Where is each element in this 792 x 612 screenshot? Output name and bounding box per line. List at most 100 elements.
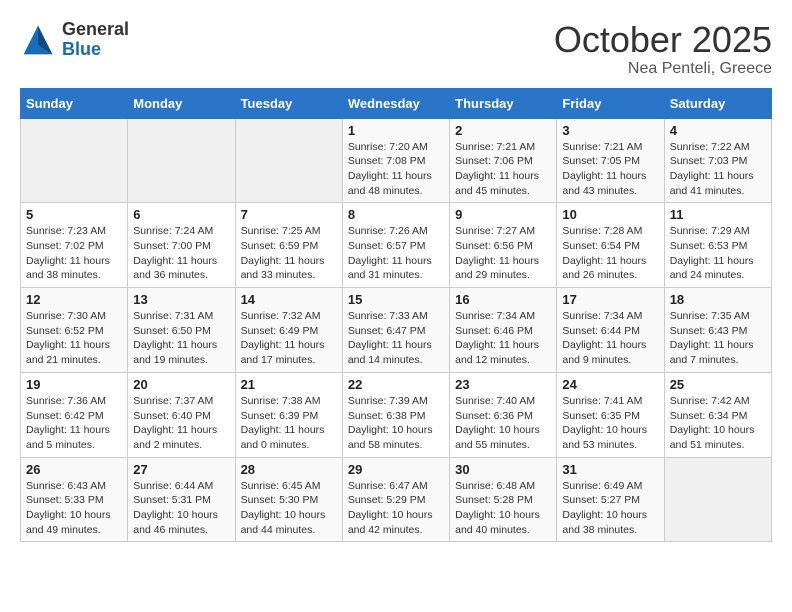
header-day-friday: Friday (557, 88, 664, 118)
day-number: 21 (241, 377, 337, 392)
calendar-cell: 24 Sunrise: 7:41 AM Sunset: 6:35 PM Dayli… (557, 372, 664, 457)
calendar-cell: 18Sunrise: 7:35 AM Sunset: 6:43 PM Dayli… (664, 288, 771, 373)
calendar-cell: 19 Sunrise: 7:36 AM Sunset: 6:42 PM Dayli… (21, 372, 128, 457)
calendar-cell: 13 Sunrise: 7:31 AM Sunset: 6:50 PM Dayli… (128, 288, 235, 373)
calendar-week-5: 26 Sunrise: 6:43 AM Sunset: 5:33 PM Dayli… (21, 457, 772, 542)
calendar-cell: 21 Sunrise: 7:38 AM Sunset: 6:39 PM Dayli… (235, 372, 342, 457)
calendar-cell: 16 Sunrise: 7:34 AM Sunset: 6:46 PM Dayli… (450, 288, 557, 373)
day-number: 7 (241, 207, 337, 222)
day-info: Sunrise: 6:44 AM Sunset: 5:31 PM Dayligh… (133, 479, 229, 538)
calendar-cell: 10 Sunrise: 7:28 AM Sunset: 6:54 PM Dayli… (557, 203, 664, 288)
day-info: Sunrise: 6:45 AM Sunset: 5:30 PM Dayligh… (241, 479, 337, 538)
day-info: Sunrise: 7:24 AM Sunset: 7:00 PM Dayligh… (133, 224, 229, 283)
day-number: 1 (348, 123, 444, 138)
day-number: 2 (455, 123, 551, 138)
logo-general: General (62, 20, 129, 40)
day-info: Sunrise: 7:29 AM Sunset: 6:53 PM Dayligh… (670, 224, 766, 283)
calendar-cell: 4 Sunrise: 7:22 AM Sunset: 7:03 PM Daylig… (664, 118, 771, 203)
day-number: 3 (562, 123, 658, 138)
day-number: 12 (26, 292, 122, 307)
logo-blue: Blue (62, 40, 129, 60)
calendar-cell (21, 118, 128, 203)
day-number: 27 (133, 462, 229, 477)
day-number: 13 (133, 292, 229, 307)
day-info: Sunrise: 7:27 AM Sunset: 6:56 PM Dayligh… (455, 224, 551, 283)
calendar-cell: 12Sunrise: 7:30 AM Sunset: 6:52 PM Dayli… (21, 288, 128, 373)
calendar-cell: 6 Sunrise: 7:24 AM Sunset: 7:00 PM Daylig… (128, 203, 235, 288)
calendar-cell (128, 118, 235, 203)
calendar-week-2: 5Sunrise: 7:23 AM Sunset: 7:02 PM Daylig… (21, 203, 772, 288)
day-info: Sunrise: 7:31 AM Sunset: 6:50 PM Dayligh… (133, 309, 229, 368)
day-number: 20 (133, 377, 229, 392)
header-day-tuesday: Tuesday (235, 88, 342, 118)
calendar-cell: 3 Sunrise: 7:21 AM Sunset: 7:05 PM Daylig… (557, 118, 664, 203)
day-number: 26 (26, 462, 122, 477)
day-number: 30 (455, 462, 551, 477)
calendar-cell: 20Sunrise: 7:37 AM Sunset: 6:40 PM Dayli… (128, 372, 235, 457)
calendar-cell: 7 Sunrise: 7:25 AM Sunset: 6:59 PM Daylig… (235, 203, 342, 288)
day-number: 18 (670, 292, 766, 307)
day-number: 31 (562, 462, 658, 477)
header-day-thursday: Thursday (450, 88, 557, 118)
day-info: Sunrise: 7:28 AM Sunset: 6:54 PM Dayligh… (562, 224, 658, 283)
month-year: October 2025 (554, 20, 772, 60)
day-number: 10 (562, 207, 658, 222)
calendar-cell: 25 Sunrise: 7:42 AM Sunset: 6:34 PM Dayli… (664, 372, 771, 457)
day-number: 25 (670, 377, 766, 392)
day-info: Sunrise: 7:21 AM Sunset: 7:05 PM Dayligh… (562, 140, 658, 199)
calendar-week-1: 1Sunrise: 7:20 AM Sunset: 7:08 PM Daylig… (21, 118, 772, 203)
day-info: Sunrise: 7:34 AM Sunset: 6:46 PM Dayligh… (455, 309, 551, 368)
day-info: Sunrise: 7:41 AM Sunset: 6:35 PM Dayligh… (562, 394, 658, 453)
day-number: 16 (455, 292, 551, 307)
day-info: Sunrise: 7:33 AM Sunset: 6:47 PM Dayligh… (348, 309, 444, 368)
calendar-week-3: 12Sunrise: 7:30 AM Sunset: 6:52 PM Dayli… (21, 288, 772, 373)
calendar-cell: 17 Sunrise: 7:34 AM Sunset: 6:44 PM Dayli… (557, 288, 664, 373)
title-block: October 2025 Nea Penteli, Greece (554, 20, 772, 78)
day-info: Sunrise: 7:34 AM Sunset: 6:44 PM Dayligh… (562, 309, 658, 368)
calendar-cell: 28 Sunrise: 6:45 AM Sunset: 5:30 PM Dayli… (235, 457, 342, 542)
day-info: Sunrise: 7:39 AM Sunset: 6:38 PM Dayligh… (348, 394, 444, 453)
calendar-cell (235, 118, 342, 203)
day-number: 29 (348, 462, 444, 477)
day-info: Sunrise: 6:43 AM Sunset: 5:33 PM Dayligh… (26, 479, 122, 538)
day-info: Sunrise: 6:48 AM Sunset: 5:28 PM Dayligh… (455, 479, 551, 538)
day-info: Sunrise: 7:26 AM Sunset: 6:57 PM Dayligh… (348, 224, 444, 283)
day-number: 28 (241, 462, 337, 477)
day-number: 24 (562, 377, 658, 392)
day-number: 17 (562, 292, 658, 307)
calendar-cell: 14Sunrise: 7:32 AM Sunset: 6:49 PM Dayli… (235, 288, 342, 373)
day-number: 19 (26, 377, 122, 392)
calendar-cell: 1Sunrise: 7:20 AM Sunset: 7:08 PM Daylig… (342, 118, 449, 203)
calendar-table: SundayMondayTuesdayWednesdayThursdayFrid… (20, 88, 772, 543)
calendar-cell: 29Sunrise: 6:47 AM Sunset: 5:29 PM Dayli… (342, 457, 449, 542)
page-header: General Blue October 2025 Nea Penteli, G… (20, 20, 772, 78)
calendar-cell: 8 Sunrise: 7:26 AM Sunset: 6:57 PM Daylig… (342, 203, 449, 288)
day-number: 4 (670, 123, 766, 138)
calendar-cell: 2Sunrise: 7:21 AM Sunset: 7:06 PM Daylig… (450, 118, 557, 203)
day-info: Sunrise: 7:22 AM Sunset: 7:03 PM Dayligh… (670, 140, 766, 199)
logo-icon (20, 22, 56, 58)
calendar-cell: 23 Sunrise: 7:40 AM Sunset: 6:36 PM Dayli… (450, 372, 557, 457)
calendar-cell: 9Sunrise: 7:27 AM Sunset: 6:56 PM Daylig… (450, 203, 557, 288)
day-number: 23 (455, 377, 551, 392)
day-info: Sunrise: 7:42 AM Sunset: 6:34 PM Dayligh… (670, 394, 766, 453)
day-info: Sunrise: 7:25 AM Sunset: 6:59 PM Dayligh… (241, 224, 337, 283)
day-info: Sunrise: 7:40 AM Sunset: 6:36 PM Dayligh… (455, 394, 551, 453)
calendar-cell: 15Sunrise: 7:33 AM Sunset: 6:47 PM Dayli… (342, 288, 449, 373)
calendar-cell: 5Sunrise: 7:23 AM Sunset: 7:02 PM Daylig… (21, 203, 128, 288)
day-number: 5 (26, 207, 122, 222)
day-number: 22 (348, 377, 444, 392)
logo: General Blue (20, 20, 129, 60)
header-day-saturday: Saturday (664, 88, 771, 118)
day-info: Sunrise: 7:36 AM Sunset: 6:42 PM Dayligh… (26, 394, 122, 453)
day-number: 6 (133, 207, 229, 222)
header-day-monday: Monday (128, 88, 235, 118)
header-day-wednesday: Wednesday (342, 88, 449, 118)
calendar-cell: 26 Sunrise: 6:43 AM Sunset: 5:33 PM Dayli… (21, 457, 128, 542)
calendar-cell: 22 Sunrise: 7:39 AM Sunset: 6:38 PM Dayli… (342, 372, 449, 457)
day-number: 8 (348, 207, 444, 222)
location: Nea Penteli, Greece (554, 60, 772, 78)
day-info: Sunrise: 7:32 AM Sunset: 6:49 PM Dayligh… (241, 309, 337, 368)
day-info: Sunrise: 6:49 AM Sunset: 5:27 PM Dayligh… (562, 479, 658, 538)
day-info: Sunrise: 7:38 AM Sunset: 6:39 PM Dayligh… (241, 394, 337, 453)
